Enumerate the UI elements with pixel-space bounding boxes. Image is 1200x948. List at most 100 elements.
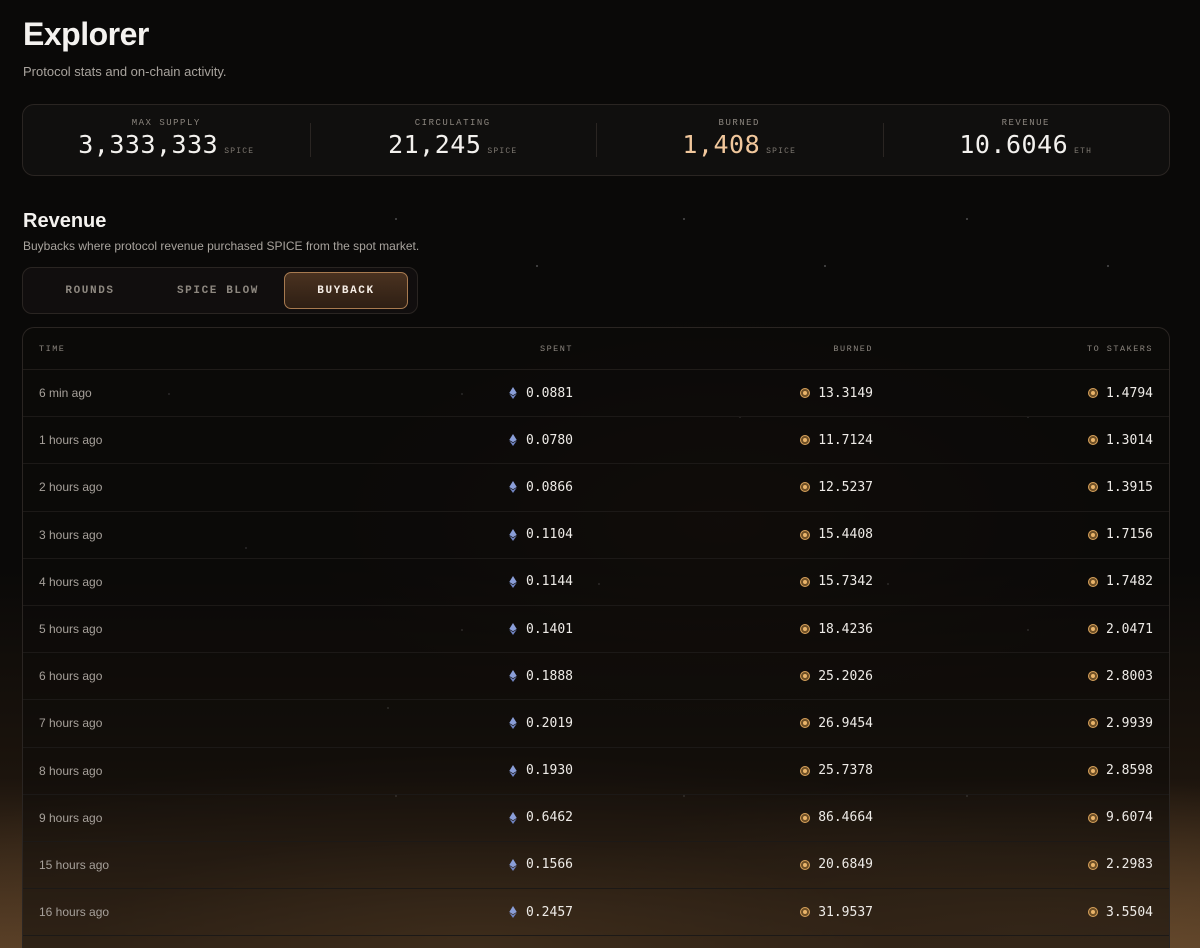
table-header: TIME SPENT BURNED TO STAKERS: [23, 328, 1169, 370]
table-row[interactable]: 9 hours ago 0.6462 86.4664 9.6074: [23, 795, 1169, 842]
row-time: 5 hours ago: [39, 622, 103, 637]
row-to-stakers: 1.7482: [1106, 574, 1153, 590]
row-spent: 0.6462: [526, 810, 573, 826]
row-to-stakers: 1.3915: [1106, 479, 1153, 495]
eth-icon: [508, 670, 518, 683]
stat-label: REVENUE: [1001, 117, 1050, 128]
tab-rounds[interactable]: ROUNDS: [28, 272, 152, 309]
column-header-burned: BURNED: [833, 343, 873, 354]
eth-icon: [508, 764, 518, 777]
row-burned: 15.4408: [818, 527, 873, 543]
column-header-time: TIME: [39, 343, 66, 354]
spice-icon: [1088, 907, 1099, 918]
spice-icon: [800, 907, 811, 918]
stats-panel: MAX SUPPLY 3,333,333 SPICE CIRCULATING 2…: [22, 104, 1170, 176]
column-header-spent: SPENT: [539, 343, 573, 354]
table-row[interactable]: 3 hours ago 0.1104 15.4408 1.7156: [23, 512, 1169, 559]
spice-icon: [1088, 718, 1099, 729]
eth-icon: [508, 811, 518, 824]
eth-icon: [508, 906, 518, 919]
spice-icon: [800, 529, 811, 540]
page-subtitle: Protocol stats and on-chain activity.: [23, 64, 227, 79]
spice-icon: [1088, 859, 1099, 870]
row-spent: 0.1930: [526, 763, 573, 779]
row-burned: 20.6849: [818, 857, 873, 873]
row-to-stakers: 2.8598: [1106, 763, 1153, 779]
row-time: 16 hours ago: [39, 905, 110, 920]
spice-icon: [1088, 435, 1099, 446]
table-row[interactable]: 15 hours ago 0.1566 20.6849 2.2983: [23, 842, 1169, 890]
row-time: 6 min ago: [39, 386, 92, 401]
row-spent: 0.1401: [526, 621, 573, 637]
table-row[interactable]: 4 hours ago 0.1144 15.7342 1.7482: [23, 559, 1169, 606]
row-spent: 0.1144: [526, 574, 573, 590]
spice-icon: [800, 765, 811, 776]
stat-value: 3,333,333: [78, 129, 219, 159]
row-to-stakers: 2.0471: [1106, 621, 1153, 637]
stat-value: 21,245: [388, 129, 482, 159]
row-burned: 12.5237: [818, 479, 873, 495]
row-burned: 15.7342: [818, 574, 873, 590]
eth-icon: [508, 575, 518, 588]
table-row[interactable]: 5 hours ago 0.1401 18.4236 2.0471: [23, 606, 1169, 654]
stat-burned: BURNED 1,408 SPICE: [596, 105, 883, 175]
row-spent: 0.2019: [526, 715, 573, 731]
row-time: 3 hours ago: [39, 527, 103, 542]
table-row[interactable]: 1 hours ago 0.0780 11.7124 1.3014: [23, 417, 1169, 465]
eth-icon: [508, 481, 518, 494]
table-row[interactable]: 7 hours ago 0.2019 26.9454 2.9939: [23, 700, 1169, 748]
table-row[interactable]: 2 hours ago 0.0866 12.5237 1.3915: [23, 464, 1169, 512]
stat-value: 1,408: [682, 129, 761, 159]
row-time: 8 hours ago: [39, 763, 103, 778]
row-time: 4 hours ago: [39, 574, 103, 589]
spice-icon: [1088, 765, 1099, 776]
table-row[interactable]: 6 min ago 0.0881 13.3149 1.4794: [23, 370, 1169, 418]
table-row[interactable]: 6 hours ago 0.1888 25.2026 2.8003: [23, 653, 1169, 701]
row-to-stakers: 2.8003: [1106, 668, 1153, 684]
eth-icon: [508, 623, 518, 636]
row-spent: 0.0780: [526, 432, 573, 448]
spice-icon: [1088, 529, 1099, 540]
row-burned: 13.3149: [818, 385, 873, 401]
row-time: 15 hours ago: [39, 857, 110, 872]
tab-buyback[interactable]: BUYBACK: [284, 272, 408, 309]
row-spent: 0.1888: [526, 668, 573, 684]
table-body: 6 min ago 0.0881 13.3149 1.4794 1 hours ago 0…: [23, 370, 1169, 937]
row-time: 2 hours ago: [39, 480, 103, 495]
row-time: 9 hours ago: [39, 810, 103, 825]
table-row[interactable]: 16 hours ago 0.2457 31.9537 3.5504: [23, 889, 1169, 937]
spice-icon: [1088, 576, 1099, 587]
table-row[interactable]: 8 hours ago 0.1930 25.7378 2.8598: [23, 748, 1169, 795]
eth-icon: [508, 528, 518, 541]
stat-revenue: REVENUE 10.6046 ETH: [882, 105, 1170, 175]
row-burned: 86.4664: [818, 810, 873, 826]
tab-spice-blow[interactable]: SPICE BLOW: [156, 272, 280, 309]
spice-icon: [800, 482, 811, 493]
row-time: 6 hours ago: [39, 669, 103, 684]
stat-max-supply: MAX SUPPLY 3,333,333 SPICE: [23, 105, 310, 175]
row-to-stakers: 9.6074: [1106, 810, 1153, 826]
eth-icon: [508, 717, 518, 730]
row-to-stakers: 1.3014: [1106, 432, 1153, 448]
row-spent: 0.1566: [526, 857, 573, 873]
revenue-title: Revenue: [23, 210, 107, 232]
revenue-subtitle: Buybacks where protocol revenue purchase…: [23, 239, 420, 253]
stat-unit: SPICE: [766, 146, 797, 156]
spice-icon: [800, 812, 811, 823]
row-to-stakers: 3.5504: [1106, 904, 1153, 920]
spice-icon: [1088, 624, 1099, 635]
row-spent: 0.1104: [526, 527, 573, 543]
buyback-table: TIME SPENT BURNED TO STAKERS 6 min ago 0.…: [22, 327, 1170, 948]
page-title: Explorer: [23, 16, 149, 52]
row-burned: 18.4236: [818, 621, 873, 637]
stat-label: MAX SUPPLY: [131, 117, 201, 128]
row-spent: 0.2457: [526, 904, 573, 920]
spice-icon: [1088, 482, 1099, 493]
row-to-stakers: 1.7156: [1106, 527, 1153, 543]
stat-circulating: CIRCULATING 21,245 SPICE: [309, 105, 597, 175]
eth-icon: [508, 434, 518, 447]
stat-unit: ETH: [1074, 146, 1093, 156]
eth-icon: [508, 387, 518, 400]
spice-icon: [800, 671, 811, 682]
stat-unit: SPICE: [487, 146, 518, 156]
